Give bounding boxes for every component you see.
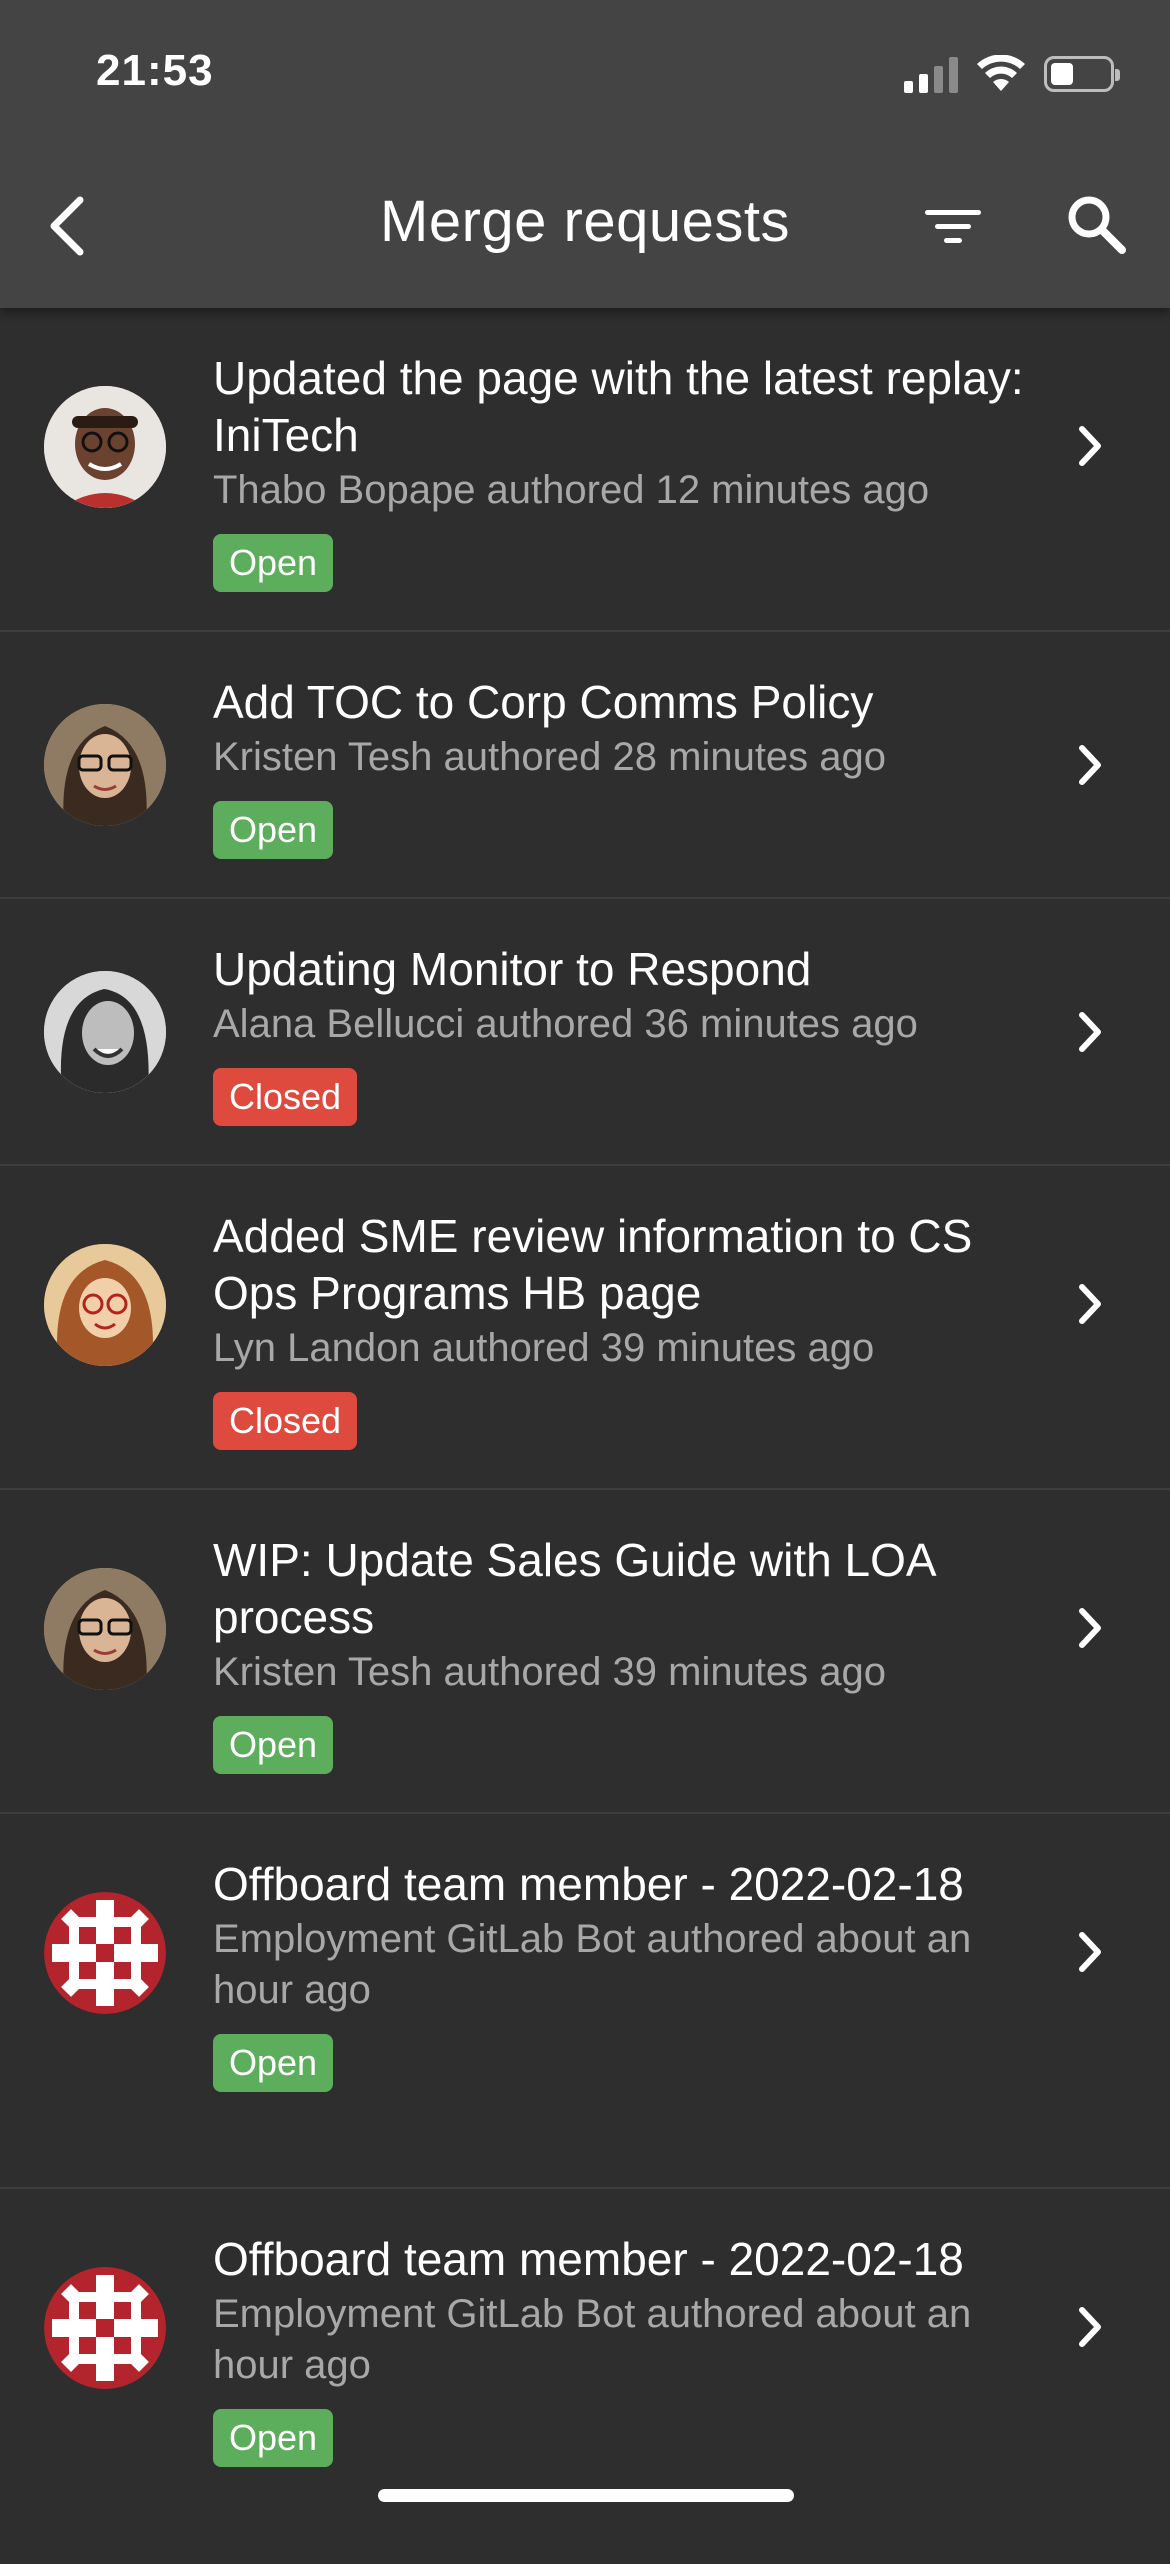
merge-request-item[interactable]: Updating Monitor to Respond Alana Belluc… [0,899,1170,1166]
merge-request-item[interactable]: WIP: Update Sales Guide with LOA process… [0,1490,1170,1814]
item-title: WIP: Update Sales Guide with LOA process [213,1534,935,1643]
item-title: Add TOC to Corp Comms Policy [213,676,874,728]
filter-icon [925,209,981,215]
chevron-right-icon [1079,1012,1101,1052]
chevron-right-icon [1079,1608,1101,1648]
item-content: Offboard team member - 2022-02-18 Employ… [213,2231,1040,2467]
search-button[interactable] [1062,190,1132,260]
item-meta: Kristen Tesh authored 28 minutes ago [213,735,887,779]
merge-request-item[interactable]: Offboard team member - 2022-02-18 Employ… [0,2189,1170,2564]
battery-icon [1044,56,1120,92]
item-meta: Thabo Bopape authored 12 minutes ago [213,468,930,512]
status-badge: Open [213,2034,334,2092]
avatar [44,386,166,508]
status-time: 21:53 [96,46,214,95]
bot-avatar [44,1892,166,2014]
item-meta: Employment GitLab Bot authored about an … [213,1917,972,2012]
item-meta: Employment GitLab Bot authored about an … [213,2292,972,2387]
status-badge: Open [213,2409,334,2467]
item-content: Add TOC to Corp Comms Policy Kristen Tes… [213,674,1040,859]
avatar [44,1244,166,1366]
merge-request-item[interactable]: Offboard team member - 2022-02-18 Employ… [0,1814,1170,2189]
page-title: Merge requests [380,189,790,254]
avatar [44,971,166,1093]
status-badge: Closed [213,1392,358,1450]
item-meta: Kristen Tesh authored 39 minutes ago [213,1650,887,1694]
status-badge: Open [213,1716,334,1774]
search-icon [1068,196,1126,254]
item-title: Updating Monitor to Respond [213,943,812,995]
item-meta: Alana Bellucci authored 36 minutes ago [213,1002,918,1046]
chevron-right-icon [1079,426,1101,466]
merge-request-item[interactable]: Add TOC to Corp Comms Policy Kristen Tes… [0,632,1170,899]
status-badge: Closed [213,1068,358,1126]
status-icons [904,52,1120,96]
item-title: Offboard team member - 2022-02-18 [213,1858,964,1910]
merge-request-item[interactable]: Updated the page with the latest replay:… [0,308,1170,632]
bot-avatar [44,2267,166,2389]
wifi-icon [977,55,1025,91]
filter-button[interactable] [918,196,988,256]
status-badge: Open [213,534,334,592]
avatar [44,1568,166,1690]
chevron-right-icon [1079,2307,1101,2347]
chevron-right-icon [1079,1932,1101,1972]
home-indicator[interactable] [378,2489,794,2502]
item-title: Offboard team member - 2022-02-18 [213,2233,964,2285]
merge-request-list: Updated the page with the latest replay:… [0,308,1170,2564]
cellular-signal-icon [904,55,958,93]
item-meta: Lyn Landon authored 39 minutes ago [213,1326,875,1370]
item-content: Added SME review information to CS Ops P… [213,1208,1040,1450]
avatar [44,704,166,826]
item-title: Added SME review information to CS Ops P… [213,1210,973,1319]
chevron-right-icon [1079,745,1101,785]
app-header: 21:53 Merge requests [0,0,1170,308]
item-content: Offboard team member - 2022-02-18 Employ… [213,1856,1040,2092]
item-content: WIP: Update Sales Guide with LOA process… [213,1532,1040,1774]
item-content: Updated the page with the latest replay:… [213,350,1040,592]
chevron-right-icon [1079,1284,1101,1324]
status-badge: Open [213,801,334,859]
item-title: Updated the page with the latest replay:… [213,352,1024,461]
item-content: Updating Monitor to Respond Alana Belluc… [213,941,1040,1126]
merge-request-item[interactable]: Added SME review information to CS Ops P… [0,1166,1170,1490]
